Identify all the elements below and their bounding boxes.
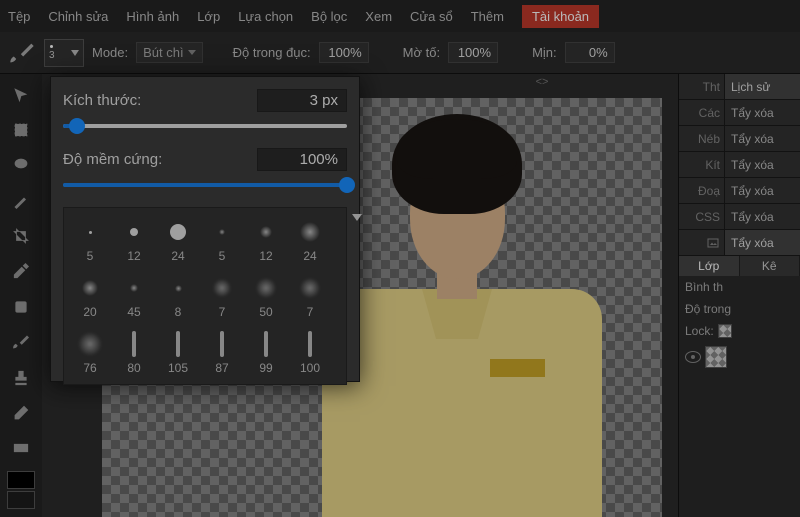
brush-preset-99[interactable]: 99 [246, 326, 286, 378]
eyedropper-tool[interactable] [6, 257, 36, 286]
layer-opacity-label: Độ trong [679, 298, 800, 320]
lock-transparency-icon[interactable] [718, 324, 732, 338]
brush-preset-5[interactable]: 5 [202, 214, 242, 266]
channels-tab[interactable]: Kê [740, 256, 800, 276]
stamp-tool[interactable] [6, 363, 36, 392]
menu-edit[interactable]: Chỉnh sửa [48, 9, 108, 24]
color-swatches[interactable] [5, 469, 37, 517]
tool-options-bar: 3 Mode: Bút chì Độ trong đục: 100% Mờ tố… [0, 32, 800, 74]
brush-preset-24[interactable]: 24 [158, 214, 198, 266]
gradient-tool[interactable] [6, 434, 36, 463]
brush-preset-popup: Kích thước: 3 px Độ mềm cứng: 100% 51224… [50, 76, 360, 382]
menu-more[interactable]: Thêm [471, 9, 504, 24]
cat-tht[interactable]: Tht [679, 74, 725, 100]
cat-neb[interactable]: Néb [679, 126, 725, 152]
history-tab[interactable]: Lịch sử [725, 74, 800, 100]
brush-preset-105[interactable]: 105 [158, 326, 198, 378]
cat-doa[interactable]: Đoạ [679, 178, 725, 204]
lock-row: Lock: [679, 320, 800, 342]
brush-preset-8[interactable]: 8 [158, 270, 198, 322]
wand-tool[interactable] [6, 186, 36, 215]
cat-cac[interactable]: Các [679, 100, 725, 126]
brush-preset-45[interactable]: 45 [114, 270, 154, 322]
brush-preset-grid: 512245122420458750776801058799100 [63, 207, 347, 385]
size-slider[interactable] [63, 118, 347, 134]
opacity-label: Độ trong đục: [233, 45, 311, 60]
hardness-slider[interactable] [63, 177, 347, 193]
brush-preset-87[interactable]: 87 [202, 326, 242, 378]
menu-view[interactable]: Xem [365, 9, 392, 24]
marquee-tool[interactable] [6, 115, 36, 144]
brush-preset-50[interactable]: 50 [246, 270, 286, 322]
history-item[interactable]: Tẩy xóa [725, 126, 800, 152]
brush-preset-76[interactable]: 76 [70, 326, 110, 378]
layer-row[interactable] [679, 342, 800, 372]
layer-thumbnail [705, 346, 727, 368]
menu-image[interactable]: Hình ảnh [126, 9, 179, 24]
image-subject-person [322, 114, 642, 517]
visibility-icon[interactable] [685, 351, 701, 363]
chevron-down-icon [71, 50, 79, 56]
brush-preset-12[interactable]: 12 [246, 214, 286, 266]
blend-mode-select[interactable]: Bình th [679, 276, 800, 298]
right-panels: ThtLịch sử CácTẩy xóa NébTẩy xóa KítTẩy … [678, 74, 800, 517]
tool-strip [0, 74, 42, 517]
brush-preset-80[interactable]: 80 [114, 326, 154, 378]
menu-select[interactable]: Lựa chọn [238, 9, 293, 24]
history-item[interactable]: Tẩy xóa [725, 100, 800, 126]
image-icon[interactable] [679, 230, 725, 256]
menu-filter[interactable]: Bộ lọc [311, 9, 347, 24]
menu-layer[interactable]: Lớp [197, 9, 220, 24]
heal-tool[interactable] [6, 292, 36, 321]
move-tool[interactable] [6, 80, 36, 109]
fade-label: Mờ tố: [403, 45, 440, 60]
opacity-value[interactable]: 100% [319, 42, 369, 63]
layers-tab[interactable]: Lớp [679, 256, 740, 276]
history-item[interactable]: Tẩy xóa [725, 204, 800, 230]
brush-tool[interactable] [6, 328, 36, 357]
menu-file[interactable]: Tệp [8, 9, 30, 24]
brush-preset-100[interactable]: 100 [290, 326, 330, 378]
crop-tool[interactable] [6, 221, 36, 250]
chevron-down-icon [188, 50, 196, 55]
brush-preset-5[interactable]: 5 [70, 214, 110, 266]
brush-tool-icon [8, 39, 36, 67]
size-value[interactable]: 3 px [257, 89, 347, 112]
menu-window[interactable]: Cửa sổ [410, 9, 453, 24]
top-menu-bar: Tệp Chỉnh sửa Hình ảnh Lớp Lựa chọn Bộ l… [0, 0, 800, 32]
brush-preset-12[interactable]: 12 [114, 214, 154, 266]
embed-toggle[interactable]: <> [532, 74, 552, 88]
mode-label: Mode: [92, 45, 128, 60]
cat-kit[interactable]: Kít [679, 152, 725, 178]
history-item[interactable]: Tẩy xóa [725, 230, 800, 256]
lasso-tool[interactable] [6, 151, 36, 180]
hardness-value[interactable]: 100% [257, 148, 347, 171]
brush-preset-24[interactable]: 24 [290, 214, 330, 266]
history-item[interactable]: Tẩy xóa [725, 178, 800, 204]
brush-preset-7[interactable]: 7 [290, 270, 330, 322]
mode-select[interactable]: Bút chì [136, 42, 202, 63]
chevron-down-icon[interactable] [352, 214, 362, 221]
smooth-label: Mịn: [532, 45, 557, 60]
brush-preset-7[interactable]: 7 [202, 270, 242, 322]
menu-account[interactable]: Tài khoản [522, 5, 599, 28]
smooth-value[interactable]: 0% [565, 42, 615, 63]
fade-value[interactable]: 100% [448, 42, 498, 63]
hardness-label: Độ mềm cứng: [63, 151, 162, 168]
cat-css[interactable]: CSS [679, 204, 725, 230]
history-item[interactable]: Tẩy xóa [725, 152, 800, 178]
size-label: Kích thước: [63, 92, 141, 109]
eraser-tool[interactable] [6, 398, 36, 427]
brush-preset-selector[interactable]: 3 [44, 39, 84, 67]
brush-preset-20[interactable]: 20 [70, 270, 110, 322]
